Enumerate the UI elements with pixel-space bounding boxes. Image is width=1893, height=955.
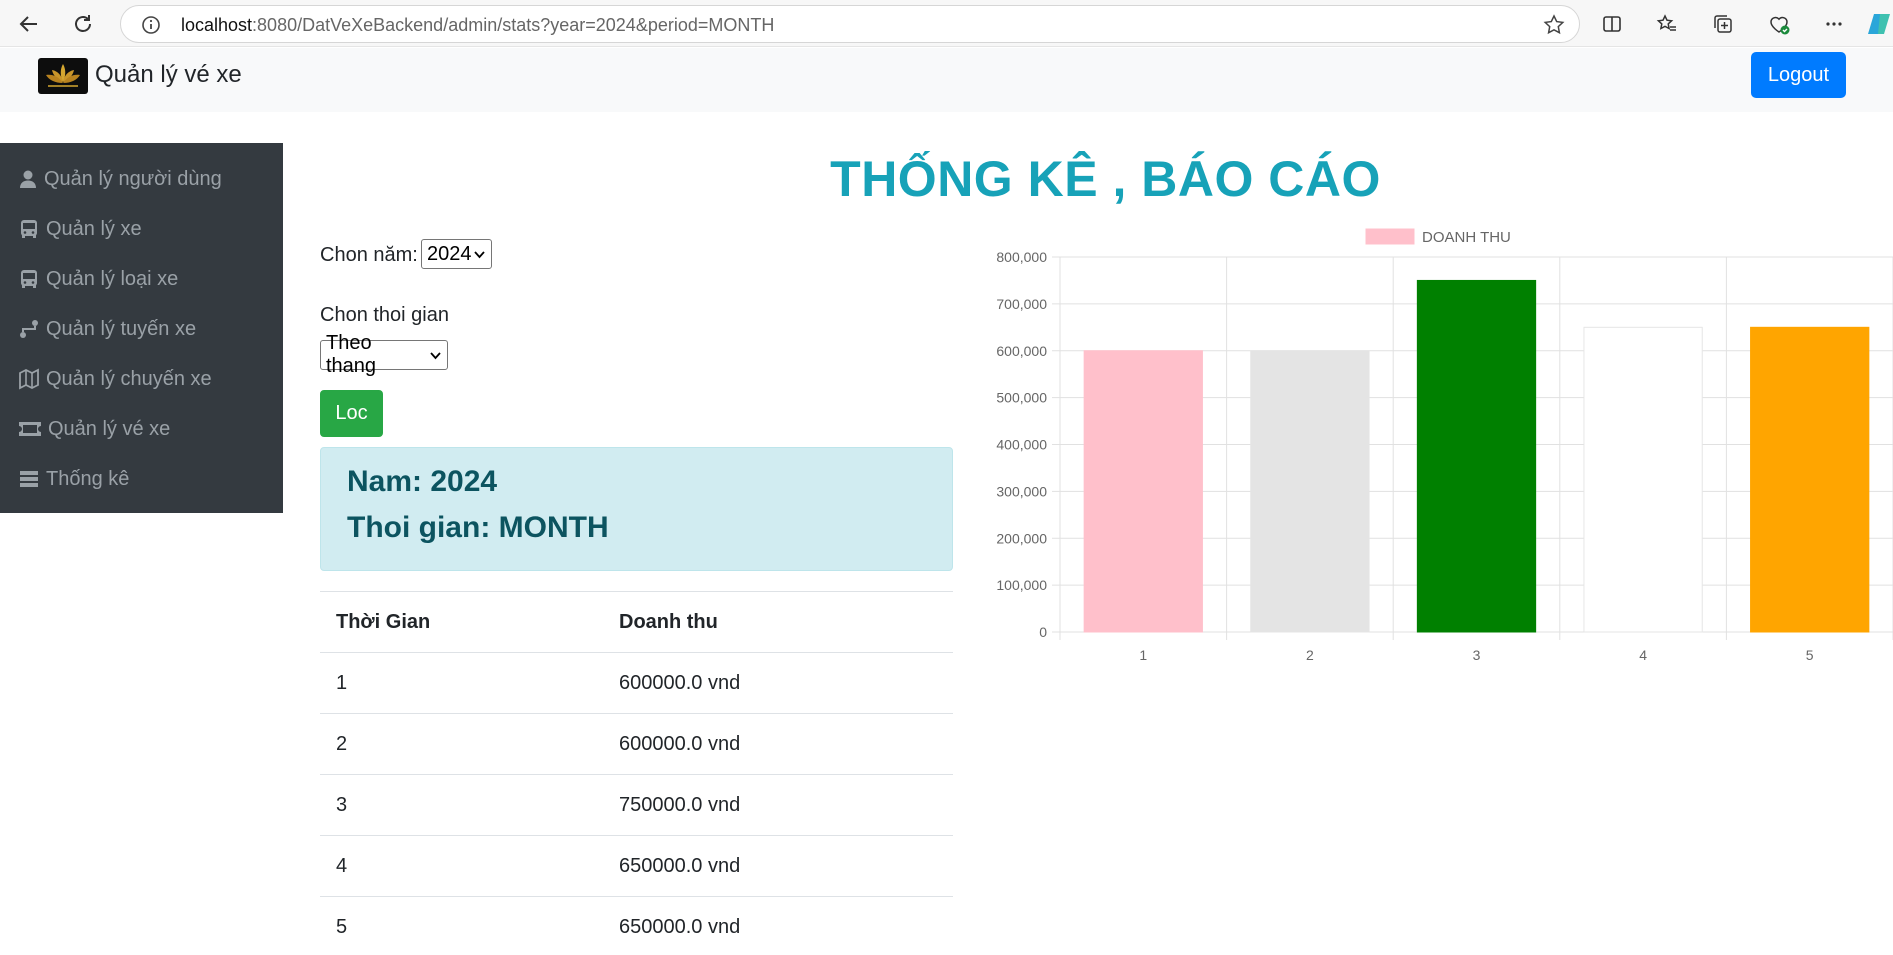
year-select-value: 2024 [427,242,472,265]
sidebar-item-users[interactable]: Quản lý người dùng [18,164,222,194]
chart-bar [1416,279,1537,633]
period-label: Chon thoi gian [320,304,449,326]
copilot-icon[interactable] [1866,8,1893,40]
table-cell-revenue: 650000.0 vnd [603,896,953,955]
table-cell-revenue: 650000.0 vnd [603,835,953,897]
page-title: THỐNG KÊ , BÁO CÁO [830,151,1381,207]
sidebar-item-label: Quản lý loại xe [46,267,179,290]
table-cell-time: 3 [320,774,603,836]
y-tick-label: 700,000 [996,296,1047,312]
table-row: 2 600000.0 vnd [320,713,953,775]
brand-logo[interactable] [38,58,88,94]
split-screen-icon[interactable] [1596,8,1628,40]
year-select[interactable]: 2024 [421,239,492,269]
year-label: Chon năm: [320,244,418,266]
table-cell-time: 5 [320,896,603,955]
table-row: 1 600000.0 vnd [320,652,953,714]
x-tick-label: 4 [1639,647,1647,663]
y-tick-label: 600,000 [996,343,1047,359]
x-tick-label: 1 [1139,647,1147,663]
table-cell-revenue: 750000.0 vnd [603,774,953,836]
browser-toolbar: localhost:8080/DatVeXeBackend/admin/stat… [0,0,1893,47]
sidebar-item-label: Quản lý tuyến xe [46,317,197,340]
y-tick-label: 0 [1039,624,1047,640]
legend-swatch [1365,228,1415,245]
url-host: localhost [181,15,253,35]
info-period: Thoi gian: MONTH [347,511,609,544]
chart-bar [1250,350,1370,633]
x-tick-label: 3 [1473,647,1481,663]
period-select[interactable]: Theo thang [320,332,448,377]
sidebar-item-routes[interactable]: Quản lý tuyến xe [18,314,196,344]
sidebar-item-buses[interactable]: Quản lý xe [18,214,142,244]
more-options-icon[interactable] [1818,8,1850,40]
app-header: Quản lý vé xe Logout [0,48,1893,112]
revenue-table: Thời Gian Doanh thu 1 600000.0 vnd 2 600… [320,591,953,955]
brand-name[interactable]: Quản lý vé xe [95,61,242,89]
sidebar-item-stats[interactable]: Thống kê [18,464,129,494]
map-icon [19,368,39,390]
collections-icon[interactable] [1707,8,1739,40]
table-row: 5 650000.0 vnd [320,896,953,955]
refresh-icon[interactable] [66,7,100,41]
favorites-icon[interactable] [1651,8,1683,40]
bus-icon [21,220,37,238]
table-cell-time: 4 [320,835,603,897]
list-icon [20,471,38,487]
table-cell-revenue: 600000.0 vnd [603,652,953,714]
back-icon[interactable] [12,7,46,41]
x-tick-label: 5 [1806,647,1814,663]
sidebar-item-tickets[interactable]: Quản lý vé xe [18,414,170,444]
x-tick-label: 2 [1306,647,1314,663]
chart-bar [1750,326,1870,633]
revenue-bar-chart: DOANH THU 0 100,000 200,000 300,000 400,000 50… [996,228,1893,663]
chevron-down-icon [474,251,485,259]
ticket-icon [19,422,41,436]
period-select-value: Theo thang [326,332,377,377]
address-bar[interactable]: localhost:8080/DatVeXeBackend/admin/stat… [120,5,1580,43]
sidebar: Quản lý người dùng Quản lý xe Quản lý lo… [0,143,283,513]
chart-bar [1083,350,1203,633]
table-header-row: Thời Gian Doanh thu [320,591,953,653]
table-cell-time: 2 [320,713,603,775]
table-row: 3 750000.0 vnd [320,774,953,836]
column-header-time: Thời Gian [320,591,603,653]
table-cell-revenue: 600000.0 vnd [603,713,953,775]
favorite-star-icon[interactable] [1543,14,1565,41]
filter-button[interactable]: Loc [320,390,383,437]
y-tick-label: 800,000 [996,249,1047,265]
table-cell-time: 1 [320,652,603,714]
chevron-down-icon [430,352,441,360]
y-tick-label: 500,000 [996,390,1047,406]
url-path: :8080/DatVeXeBackend/admin/stats?year=20… [252,15,775,35]
sidebar-item-bus-types[interactable]: Quản lý loại xe [18,264,178,294]
y-tick-label: 100,000 [996,577,1047,593]
site-info-icon[interactable] [141,15,161,40]
sidebar-item-trips[interactable]: Quản lý chuyến xe [18,364,212,394]
sidebar-item-label: Quản lý xe [46,217,142,240]
sidebar-item-label: Quản lý chuyến xe [46,367,212,390]
browser-health-icon[interactable] [1763,8,1795,40]
y-tick-label: 400,000 [996,437,1047,453]
user-icon [20,170,36,188]
logout-button[interactable]: Logout [1751,52,1846,98]
column-header-revenue: Doanh thu [603,591,953,653]
url-text: localhost:8080/DatVeXeBackend/admin/stat… [181,15,774,36]
chart-bar [1583,326,1703,633]
info-alert: Nam: 2024 Thoi gian: MONTH [320,447,953,571]
sidebar-item-label: Quản lý người dùng [44,167,222,190]
route-icon [20,320,38,338]
sidebar-item-label: Thống kê [46,467,130,490]
table-row: 4 650000.0 vnd [320,835,953,897]
bus-icon [21,270,37,288]
y-tick-label: 200,000 [996,530,1047,546]
info-year: Nam: 2024 [347,465,498,498]
legend-label: DOANH THU [1422,229,1511,246]
y-tick-label: 300,000 [996,483,1047,499]
sidebar-item-label: Quản lý vé xe [48,417,171,440]
